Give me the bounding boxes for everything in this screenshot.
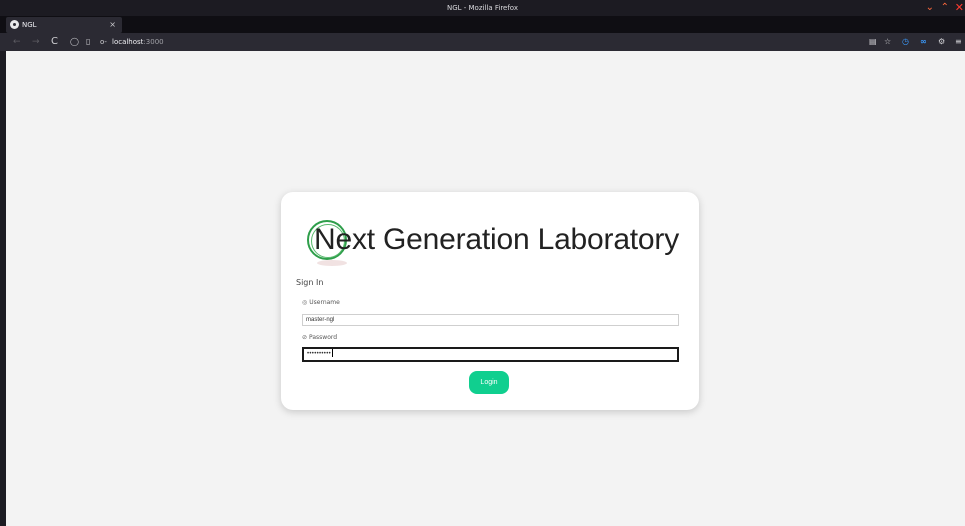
key-icon[interactable]: o- [100, 33, 107, 51]
bookmark-star-icon[interactable]: ☆ [884, 33, 891, 51]
tab-ngl[interactable]: NGL × [6, 17, 122, 33]
password-input[interactable]: •••••••••• [302, 347, 679, 362]
window-titlebar: NGL - Mozilla Firefox ⌄ ⌃ ✕ [0, 0, 965, 16]
minimize-icon[interactable]: ⌄ [926, 0, 934, 16]
history-clock-icon[interactable]: ◷ [902, 33, 909, 51]
hamburger-menu-icon[interactable]: ≡ [955, 33, 962, 51]
url-host: localhost [112, 38, 144, 46]
logo-shadow [317, 260, 347, 266]
username-label: ◎ Username [302, 299, 340, 306]
sign-in-heading: Sign In [296, 278, 324, 287]
tab-strip: NGL × + [0, 16, 965, 46]
tab-close-icon[interactable]: × [109, 17, 116, 33]
navigation-bar: ← → C ◯ ▯ o- localhost:3000 ▤ ☆ ◷ ∞ ⚙ ≡ [0, 33, 965, 51]
login-button[interactable]: Login [469, 371, 509, 394]
username-input[interactable]: master-ngl [302, 314, 679, 326]
favicon-icon [10, 20, 19, 29]
back-icon[interactable]: ← [13, 33, 21, 51]
password-value: •••••••••• [307, 351, 332, 357]
user-circle-icon: ◎ [302, 299, 308, 306]
login-card: Next Generation Laboratory Sign In ◎ User… [281, 192, 699, 410]
app-logo: Next Generation Laboratory [307, 220, 680, 270]
logo-text: Next Generation Laboratory [314, 223, 680, 256]
infinity-extension-icon[interactable]: ∞ [920, 33, 927, 51]
reader-view-icon[interactable]: ▤ [869, 33, 877, 51]
text-caret [332, 349, 334, 358]
url-port: :3000 [143, 38, 164, 46]
reload-icon[interactable]: C [51, 33, 58, 51]
close-window-icon[interactable]: ✕ [955, 0, 964, 16]
forward-icon[interactable]: → [32, 33, 40, 51]
window-title: NGL - Mozilla Firefox [446, 4, 519, 12]
page-icon[interactable]: ▯ [86, 33, 90, 51]
extension-gear-icon[interactable]: ⚙ [938, 33, 945, 51]
username-label-text: Username [309, 299, 340, 306]
shield-icon[interactable]: ◯ [70, 33, 79, 51]
eye-slash-icon: ⊘ [302, 334, 308, 341]
tab-label: NGL [22, 21, 37, 29]
password-label: ⊘ Password [302, 334, 337, 341]
maximize-icon[interactable]: ⌃ [941, 0, 949, 16]
password-label-text: Password [309, 334, 338, 341]
url-bar[interactable]: localhost:3000 [112, 33, 164, 51]
